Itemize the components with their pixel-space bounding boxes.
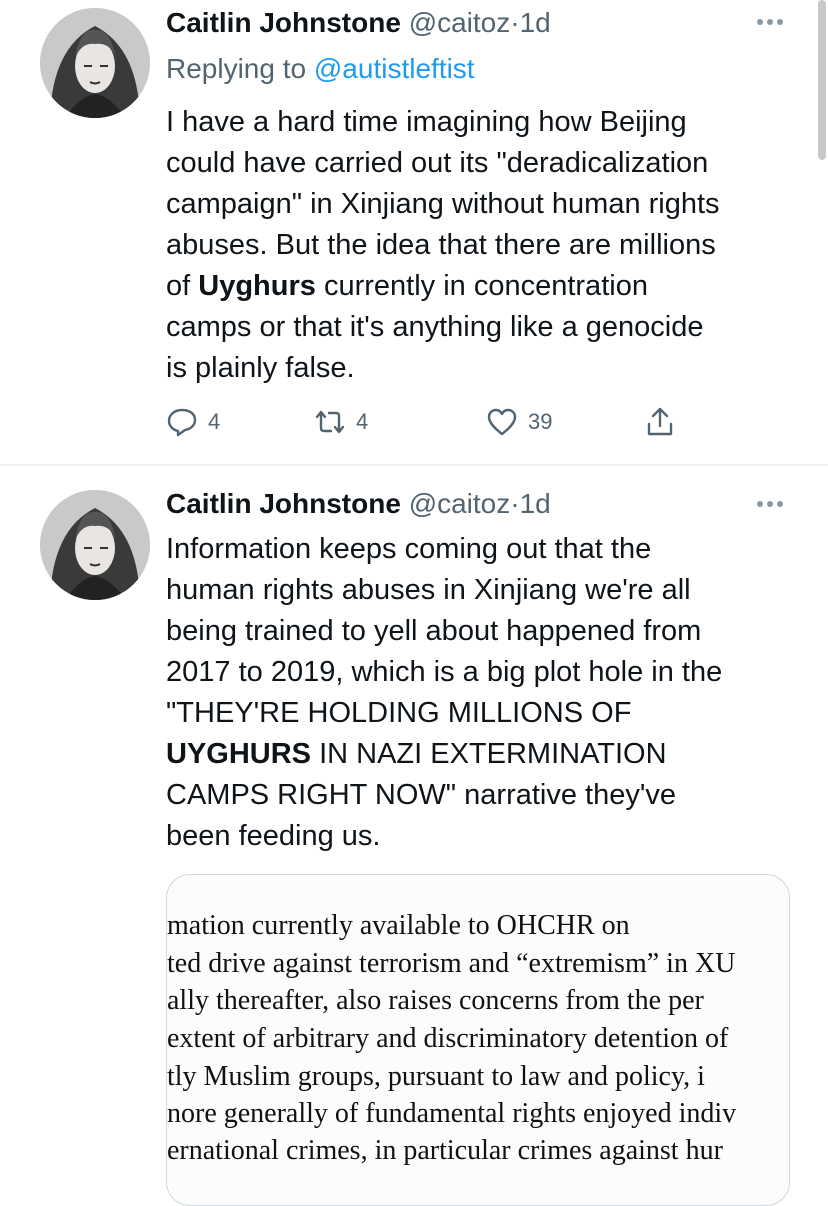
- highlighted-keyword: UYGHURS: [166, 738, 312, 770]
- tweet-text-line: is plainly false.: [166, 352, 355, 384]
- tweet-text-line: I have a hard time imagining how Beijing: [166, 106, 687, 138]
- replying-to: Replying to @autistleftist: [166, 49, 475, 89]
- author-handle[interactable]: @caitoz: [409, 7, 511, 38]
- tweet-text-line: been feeding us.: [166, 820, 381, 852]
- highlighted-keyword: Uyghurs: [198, 270, 316, 302]
- tweet-text-span: of: [166, 270, 199, 302]
- tweet-text-line: CAMPS RIGHT NOW" narrative they've: [166, 779, 677, 811]
- replying-to-handle[interactable]: @autistleftist: [314, 53, 475, 84]
- tweet-text-line: of Uyghurs currently in concentration: [166, 266, 806, 307]
- reply-count: 4: [208, 409, 221, 434]
- tweet-text-line: "THEY'RE HOLDING MILLIONS OF: [166, 697, 632, 729]
- share-icon: [647, 407, 673, 436]
- heart-icon: [487, 408, 517, 436]
- tweet-text-line: UYGHURS IN NAZI EXTERMINATION: [166, 734, 806, 775]
- tweet-header: Caitlin Johnstone @caitoz·1d: [166, 484, 551, 524]
- tweet-1[interactable]: Caitlin Johnstone @caitoz·1d Replying to…: [0, 0, 828, 464]
- tweet-text-line: Information keeps coming out that the: [166, 533, 652, 565]
- separator-dot: ·: [510, 7, 520, 38]
- share-button[interactable]: [644, 404, 676, 440]
- document-text-line: ted drive against terrorism and “extremi…: [167, 948, 736, 979]
- scrollbar[interactable]: [818, 0, 826, 160]
- replying-to-label: Replying to: [166, 53, 314, 84]
- tweet-text: Information keeps coming out that the hu…: [166, 529, 806, 857]
- tweet-text-span: currently in concentration: [315, 270, 648, 302]
- tweet-text-line: campaign" in Xinjiang without human righ…: [166, 188, 720, 220]
- tweet-text-span: IN NAZI EXTERMINATION: [311, 738, 667, 770]
- tweet-time[interactable]: 1d: [520, 7, 551, 38]
- tweet-text-line: being trained to yell about happened fro…: [166, 615, 702, 647]
- separator-dot: ·: [510, 488, 520, 519]
- tweet-header: Caitlin Johnstone @caitoz·1d: [166, 3, 551, 43]
- like-count: 39: [528, 409, 553, 434]
- document-text-line: ally thereafter, also raises concerns fr…: [167, 985, 704, 1016]
- document-text-line: extent of arbitrary and discriminatory d…: [167, 1023, 729, 1054]
- tweet-text: I have a hard time imagining how Beijing…: [166, 102, 806, 389]
- retweet-icon: [315, 410, 345, 434]
- document-text-line: ernational crimes, in particular crimes …: [167, 1135, 723, 1166]
- like-button[interactable]: 39: [486, 404, 552, 440]
- author-handle[interactable]: @caitoz: [409, 488, 511, 519]
- retweet-button[interactable]: 4: [314, 404, 368, 440]
- avatar[interactable]: [40, 490, 150, 600]
- retweet-count: 4: [356, 409, 369, 434]
- tweet-text-line: abuses. But the idea that there are mill…: [166, 229, 716, 261]
- tweet-time[interactable]: 1d: [520, 488, 551, 519]
- document-text-line: nore generally of fundamental rights enj…: [167, 1098, 737, 1129]
- document-text-line: tly Muslim groups, pursuant to law and p…: [167, 1061, 705, 1092]
- tweet-actions: 4 4 39: [166, 404, 686, 440]
- reply-icon: [167, 408, 197, 437]
- tweet-text-line: human rights abuses in Xinjiang we're al…: [166, 574, 691, 606]
- tweet-text-line: camps or that it's anything like a genoc…: [166, 311, 704, 343]
- more-icon[interactable]: [752, 12, 788, 32]
- avatar-illustration: [40, 8, 150, 118]
- tweet-text-line: could have carried out its "deradicaliza…: [166, 147, 709, 179]
- author-name[interactable]: Caitlin Johnstone: [166, 7, 401, 38]
- more-icon[interactable]: [752, 494, 788, 514]
- attached-image[interactable]: mation currently available to OHCHR on t…: [166, 874, 790, 1206]
- tweet-text-line: 2017 to 2019, which is a big plot hole i…: [166, 656, 723, 688]
- reply-button[interactable]: 4: [166, 404, 220, 440]
- avatar-illustration: [40, 490, 150, 600]
- document-text-line: mation currently available to OHCHR on: [167, 910, 630, 941]
- author-name[interactable]: Caitlin Johnstone: [166, 488, 401, 519]
- avatar[interactable]: [40, 8, 150, 118]
